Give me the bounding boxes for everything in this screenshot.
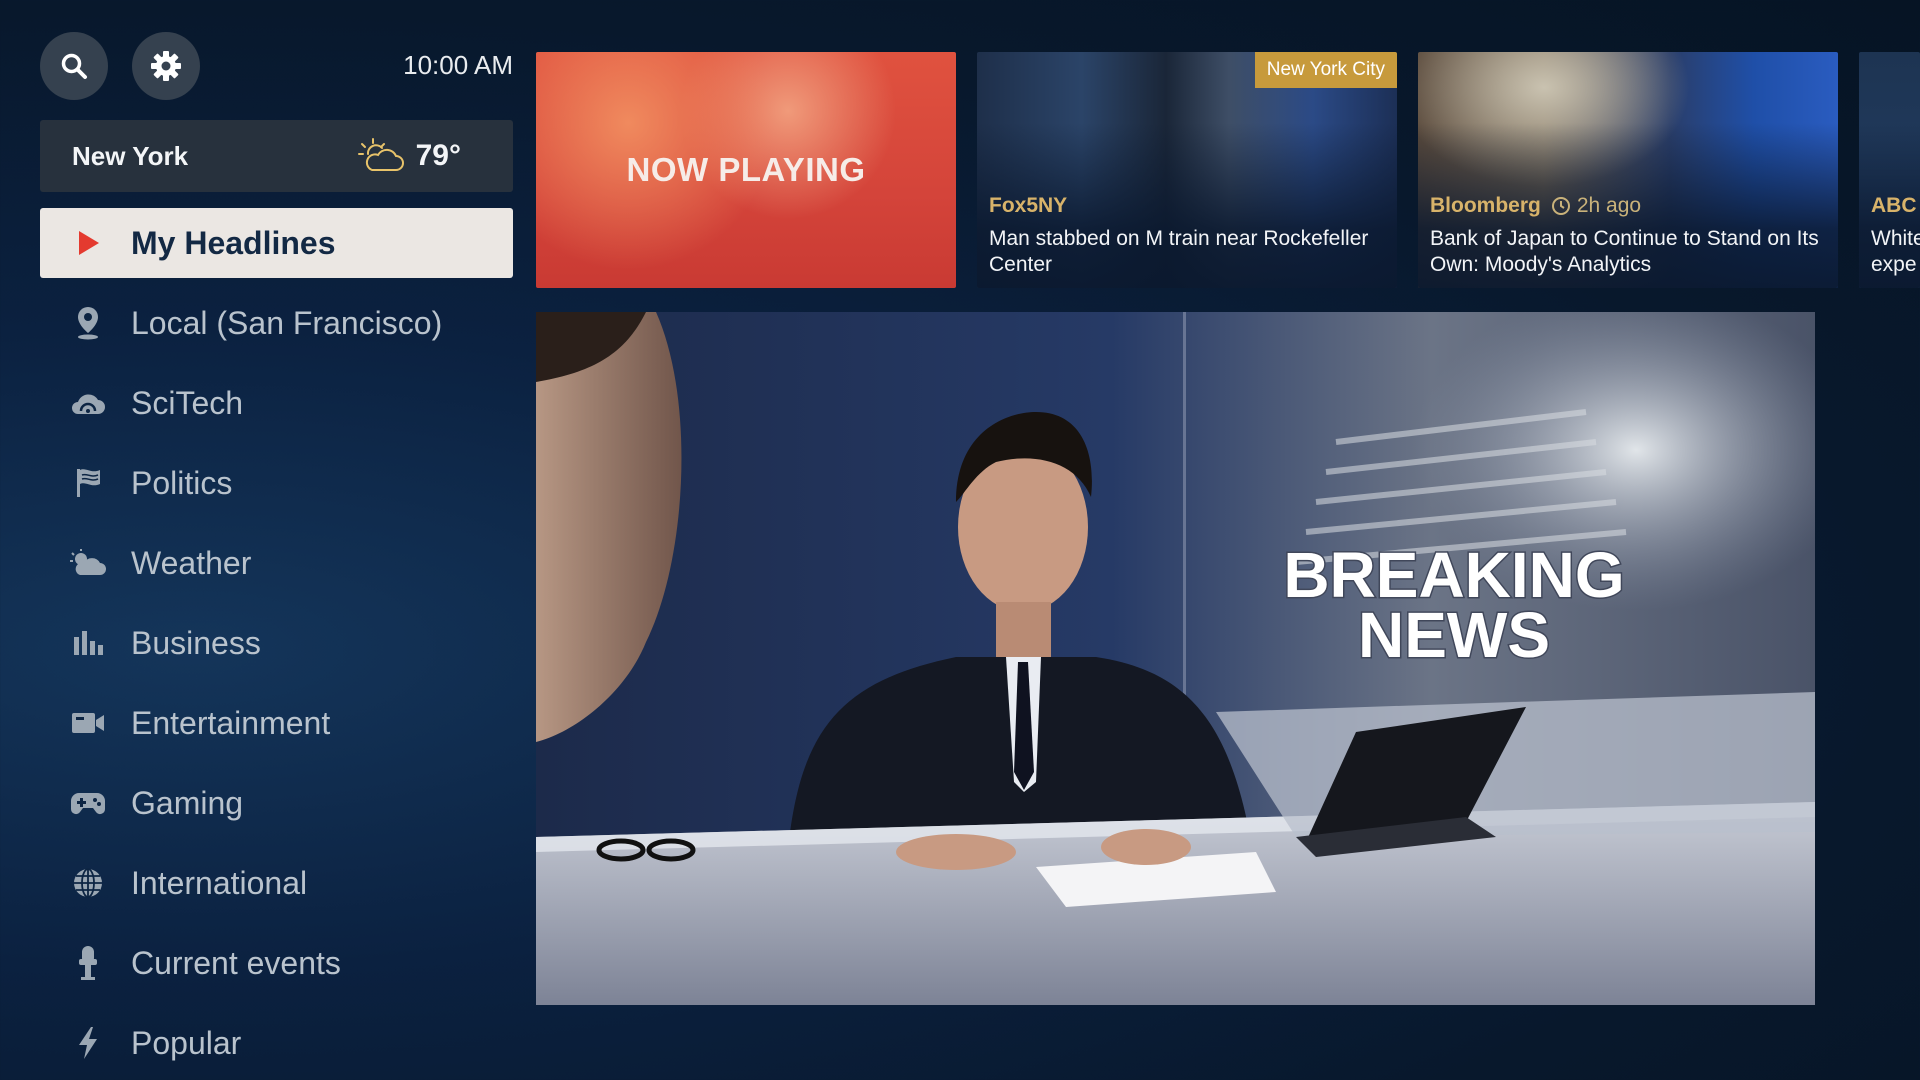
- now-playing-label: NOW PLAYING: [626, 151, 866, 188]
- menu-item-weather[interactable]: Weather: [40, 528, 513, 598]
- video-player[interactable]: BREAKING NEWS: [536, 312, 1815, 1005]
- menu-item-business[interactable]: Business: [40, 608, 513, 678]
- partly-cloudy-icon: [357, 138, 404, 171]
- news-source: Bloomberg 2h ago: [1430, 194, 1642, 218]
- video-camera-icon: [72, 713, 104, 733]
- menu-item-scitech[interactable]: SciTech: [40, 368, 513, 438]
- now-playing-card[interactable]: NOW PLAYING: [536, 52, 956, 288]
- clock-icon: [1551, 197, 1570, 215]
- globe-icon: [74, 868, 102, 898]
- cloud-icon: [72, 394, 105, 414]
- menu-item-label: Current events: [131, 944, 341, 981]
- clock: 10:00 AM: [403, 50, 513, 80]
- top-controls: 10:00 AM: [40, 32, 513, 100]
- news-title: White expe: [1871, 227, 1920, 276]
- news-card[interactable]: New York City Fox5NY Man stabbed on M tr…: [977, 52, 1397, 288]
- news-timestamp: 2h ago: [1551, 194, 1641, 218]
- menu-item-label: Weather: [131, 544, 252, 581]
- breaking-text-2: NEWS: [1358, 599, 1550, 671]
- menu-item-label: International: [131, 864, 308, 901]
- menu-item-label: SciTech: [131, 384, 244, 421]
- category-menu: My Headlines Local (San Francisco) SciTe…: [40, 208, 513, 1080]
- search-button[interactable]: [40, 32, 108, 100]
- menu-item-label: Politics: [131, 464, 233, 501]
- menu-item-label: Business: [131, 624, 261, 661]
- news-card[interactable]: ABC White expe: [1859, 52, 1920, 288]
- weather-widget[interactable]: New York 79°: [40, 120, 513, 192]
- weather-city: New York: [72, 140, 189, 171]
- menu-item-popular[interactable]: Popular: [40, 1008, 513, 1078]
- settings-button[interactable]: [132, 32, 200, 100]
- menu-item-gaming[interactable]: Gaming: [40, 768, 513, 838]
- menu-item-international[interactable]: International: [40, 848, 513, 918]
- menu-item-label: Popular: [131, 1024, 242, 1061]
- microphone-icon: [79, 946, 97, 980]
- menu-item-label: Gaming: [131, 784, 244, 821]
- location-pin-icon: [78, 307, 98, 340]
- flag-icon: [77, 469, 100, 497]
- news-source: ABC: [1871, 194, 1917, 217]
- news-source: Fox5NY: [989, 194, 1068, 217]
- menu-item-label: My Headlines: [131, 224, 336, 261]
- weather-temperature: 79°: [415, 139, 461, 172]
- bar-chart-icon: [74, 631, 103, 655]
- search-icon: [61, 53, 87, 79]
- headline-carousel: NOW PLAYING New York City Fox5NY Man sta…: [536, 52, 1920, 288]
- menu-item-label: Local (San Francisco): [131, 304, 443, 341]
- news-title: Man stabbed on M train near Rockefeller …: [989, 227, 1369, 276]
- sidebar: 10:00 AM New York 79° My Headlines Local…: [40, 32, 513, 1080]
- menu-item-politics[interactable]: Politics: [40, 448, 513, 518]
- news-card[interactable]: Bloomberg 2h ago Bank of Japan to Contin…: [1418, 52, 1838, 288]
- play-icon: [79, 231, 99, 255]
- news-title: Bank of Japan to Continue to Stand on It…: [1430, 227, 1819, 276]
- menu-item-entertainment[interactable]: Entertainment: [40, 688, 513, 758]
- video-frame: BREAKING NEWS: [536, 312, 1815, 1005]
- location-tag: New York City: [1254, 52, 1397, 88]
- gamepad-icon: [71, 793, 105, 814]
- menu-item-label: Entertainment: [131, 704, 331, 741]
- menu-item-current-events[interactable]: Current events: [40, 928, 513, 998]
- menu-item-local[interactable]: Local (San Francisco): [40, 288, 513, 358]
- gear-icon: [151, 51, 181, 81]
- weather-icon: [70, 549, 106, 575]
- lightning-icon: [79, 1027, 97, 1059]
- menu-item-my-headlines[interactable]: My Headlines: [40, 208, 513, 278]
